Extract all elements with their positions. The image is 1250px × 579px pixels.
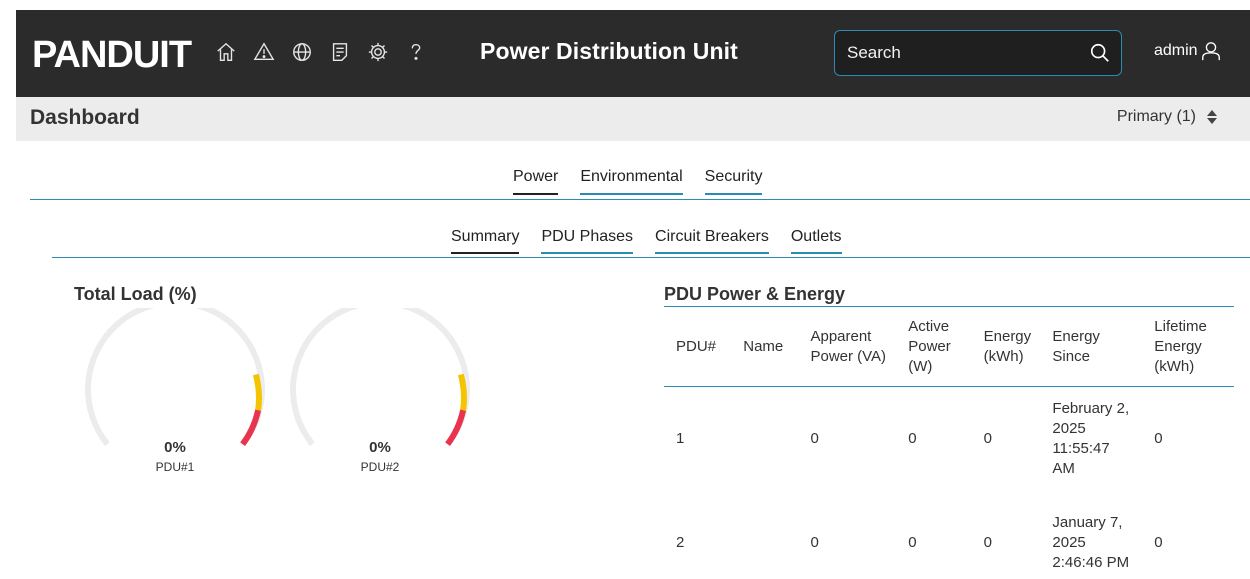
cell-active-power: 0: [908, 429, 917, 447]
table-row: 2 0 0 0 January 7, 2025 2:46:46 PM 0: [664, 491, 1234, 579]
top-bar: PANDUIT Power Distribution Unit Search a…: [0, 0, 1250, 97]
cell-energy: 0: [983, 429, 992, 447]
help-icon[interactable]: [402, 38, 430, 66]
home-icon[interactable]: [212, 38, 240, 66]
settings-icon[interactable]: [364, 38, 392, 66]
gauge-label: PDU#1: [155, 460, 195, 474]
cell-lifetime-energy: 0: [1154, 533, 1163, 551]
gauge-arc: [85, 308, 265, 447]
tab-pdu-phases[interactable]: PDU Phases: [541, 228, 634, 254]
cell-pdu: 2: [676, 533, 685, 551]
app-title: Power Distribution Unit: [480, 38, 738, 64]
column-header-apparent-power[interactable]: Apparent Power (VA): [798, 306, 897, 387]
cell-energy-since: February 2, 2025 11:55:47 AM: [1052, 399, 1130, 477]
total-load-title: Total Load (%): [74, 284, 197, 304]
unit-selector[interactable]: Primary (1): [1117, 108, 1218, 126]
gauge-warning-zone: [252, 373, 262, 411]
header: PANDUIT Power Distribution Unit Search a…: [16, 10, 1250, 97]
gauge-arc: [290, 308, 470, 447]
username: admin: [1154, 42, 1198, 59]
user-icon: [1201, 42, 1220, 61]
gauge-value: 0%: [369, 439, 391, 456]
table-row: 1 0 0 0 February 2, 2025 11:55:47 AM 0: [664, 387, 1234, 491]
main-tabs: Power Environmental Security: [30, 168, 1250, 200]
tab-security[interactable]: Security: [704, 168, 763, 195]
page-title: Dashboard: [30, 106, 140, 129]
column-header-lifetime-energy[interactable]: Lifetime Energy (kWh): [1142, 306, 1234, 387]
gauge-track: [290, 308, 470, 447]
cell-energy: 0: [983, 533, 992, 551]
column-header-pdu[interactable]: PDU#: [664, 306, 732, 387]
column-header-name[interactable]: Name: [731, 306, 799, 387]
cell-name: [731, 387, 798, 491]
tab-power[interactable]: Power: [513, 168, 559, 195]
log-icon[interactable]: [326, 38, 354, 66]
search-input[interactable]: [847, 43, 1089, 63]
cell-apparent-power: 0: [810, 429, 819, 447]
cell-apparent-power: 0: [810, 533, 819, 551]
globe-icon[interactable]: [288, 38, 316, 66]
cell-lifetime-energy: 0: [1154, 429, 1163, 447]
energy-table-title: PDU Power & Energy: [664, 284, 846, 304]
page-header: Dashboard Primary (1): [16, 97, 1250, 141]
search-icon[interactable]: [1089, 42, 1111, 64]
gauge-track: [85, 308, 265, 447]
gauge-warning-zone: [457, 373, 467, 411]
gauge-label: PDU#2: [360, 460, 400, 474]
tab-outlets[interactable]: Outlets: [790, 228, 842, 254]
panduit-logo[interactable]: PANDUIT: [32, 34, 194, 72]
cell-active-power: 0: [908, 533, 917, 551]
tab-summary[interactable]: Summary: [451, 228, 520, 254]
header-nav: [212, 36, 430, 68]
search-box[interactable]: [834, 30, 1122, 76]
cell-energy-since: January 7, 2025 2:46:46 PM: [1052, 513, 1130, 571]
column-header-energy[interactable]: Energy (kWh): [971, 306, 1041, 387]
load-gauge-pdu1: 0% PDU#1: [80, 308, 270, 474]
unit-selector-value: Primary (1): [1116, 108, 1196, 125]
column-header-energy-since[interactable]: Energy Since: [1040, 306, 1143, 387]
cell-pdu: 1: [676, 429, 685, 447]
table-header-row: PDU# Name Apparent Power (VA) Active Pow…: [664, 306, 1234, 387]
user-menu[interactable]: admin: [1154, 40, 1222, 62]
load-gauge-pdu2: 0% PDU#2: [285, 308, 475, 474]
tab-environmental[interactable]: Environmental: [580, 168, 683, 195]
column-header-active-power[interactable]: Active Power (W): [896, 306, 972, 387]
logo-text: PANDUIT: [32, 34, 192, 72]
alert-icon[interactable]: [250, 38, 278, 66]
tab-circuit-breakers[interactable]: Circuit Breakers: [655, 228, 769, 254]
cell-name: [731, 491, 798, 579]
sub-tabs: Summary PDU Phases Circuit Breakers Outl…: [52, 228, 1250, 258]
energy-table: PDU# Name Apparent Power (VA) Active Pow…: [664, 306, 1234, 579]
gauge-value: 0%: [164, 439, 186, 456]
sort-arrows-icon: [1207, 110, 1217, 124]
